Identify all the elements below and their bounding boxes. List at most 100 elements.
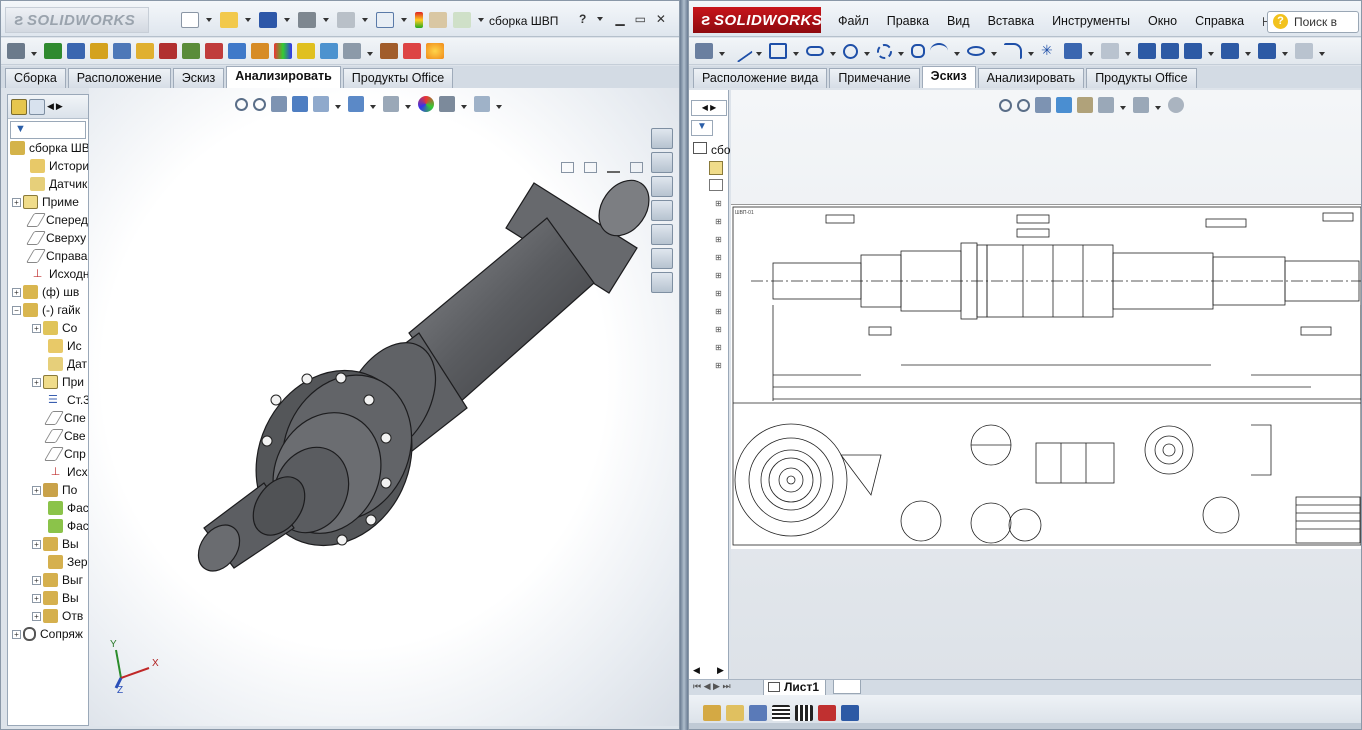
display-relations-icon[interactable] bbox=[1258, 43, 1276, 59]
save-icon[interactable] bbox=[259, 12, 277, 28]
expand-icon[interactable]: + bbox=[32, 377, 41, 387]
menu-tools[interactable]: Инструменты bbox=[1043, 14, 1139, 29]
rebuild-traffic-light-icon[interactable] bbox=[415, 12, 423, 28]
smart-fasteners-icon[interactable] bbox=[90, 43, 108, 59]
help-icon[interactable]: ? bbox=[579, 12, 586, 26]
expand-icon[interactable]: + bbox=[32, 323, 41, 333]
spline-icon[interactable] bbox=[930, 43, 948, 59]
tree-subitem[interactable]: + Со bbox=[8, 319, 88, 337]
tab-evaluate[interactable]: Анализировать bbox=[226, 66, 341, 88]
tree-item-history[interactable]: Истори bbox=[8, 157, 88, 175]
tree-root[interactable]: сборка ШВ bbox=[8, 139, 88, 157]
new-document-icon[interactable] bbox=[181, 12, 199, 28]
new-motion-study-icon[interactable] bbox=[205, 43, 223, 59]
slot-icon[interactable] bbox=[806, 46, 824, 56]
toolbox-icon[interactable] bbox=[403, 43, 421, 59]
expand-icon[interactable]: + bbox=[32, 611, 41, 621]
property-manager-tab-icon[interactable] bbox=[29, 98, 45, 115]
offset-entities-icon[interactable] bbox=[1138, 43, 1156, 59]
tab-scroll-left-icon[interactable]: ◀ bbox=[47, 101, 54, 112]
tab-office-products[interactable]: Продукты Office bbox=[1086, 68, 1197, 88]
font-icon[interactable] bbox=[749, 705, 767, 721]
hole-wizard-icon[interactable] bbox=[380, 43, 398, 59]
render-icon[interactable] bbox=[426, 43, 444, 59]
restore-button[interactable]: ▭ bbox=[635, 12, 646, 26]
sheet-nav-first-icon[interactable]: ⏮ ◀ ▶ ⏭ bbox=[693, 681, 731, 692]
assembly-features-icon[interactable] bbox=[159, 43, 177, 59]
tree-scroll-arrows[interactable]: ◀ ▶ bbox=[691, 100, 727, 116]
tree-filter[interactable]: ▼ bbox=[10, 121, 86, 139]
expand-icon[interactable]: + bbox=[12, 287, 21, 297]
tree-subitem[interactable]: + Отв bbox=[8, 607, 88, 625]
drawing-sheet[interactable]: ШВП-01 bbox=[731, 204, 1362, 550]
select-arrow-icon[interactable] bbox=[376, 12, 394, 28]
arc-icon[interactable] bbox=[877, 43, 892, 59]
ellipse-icon[interactable] bbox=[967, 46, 985, 56]
tree-root[interactable]: сбо bbox=[689, 142, 731, 157]
display-style-icon[interactable] bbox=[1098, 97, 1114, 113]
tree-subitem[interactable]: + По bbox=[8, 481, 88, 499]
tree-annotations[interactable] bbox=[709, 161, 723, 175]
color-display-icon[interactable] bbox=[818, 705, 836, 721]
tree-subitem[interactable]: Фас bbox=[8, 499, 88, 517]
open-folder-icon[interactable] bbox=[220, 12, 238, 28]
tree-subitem[interactable]: Фас bbox=[8, 517, 88, 535]
expand-icon[interactable]: + bbox=[32, 539, 41, 549]
tab-layout[interactable]: Расположение bbox=[67, 68, 171, 88]
pan-icon[interactable] bbox=[1077, 97, 1093, 113]
search-box[interactable]: ? Поиск в bbox=[1267, 11, 1359, 33]
large-assembly-icon[interactable] bbox=[343, 43, 361, 59]
move-component-icon[interactable] bbox=[113, 43, 131, 59]
tree-item-shvp[interactable]: + (ф) шв bbox=[8, 283, 88, 301]
trim-entities-icon[interactable] bbox=[1064, 43, 1082, 59]
mate-icon[interactable] bbox=[44, 43, 62, 59]
options-icon[interactable] bbox=[429, 12, 447, 28]
line-thickness-icon[interactable] bbox=[772, 705, 790, 721]
tree-scroll-left-icon[interactable]: ◀ bbox=[693, 665, 700, 676]
line-style-icon[interactable] bbox=[795, 705, 813, 721]
tab-assembly[interactable]: Сборка bbox=[5, 68, 66, 88]
solidworks-logo[interactable]: ƨ SOLIDWORKS bbox=[5, 7, 149, 33]
expand-icon[interactable]: + bbox=[12, 197, 21, 207]
graphics-area[interactable]: ✕ bbox=[89, 88, 679, 726]
linear-sketch-pattern-icon[interactable] bbox=[1184, 43, 1202, 59]
menu-help[interactable]: Справка bbox=[1186, 14, 1253, 29]
menu-edit[interactable]: Правка bbox=[878, 14, 938, 29]
tree-item-right-plane[interactable]: Справа bbox=[8, 247, 88, 265]
menu-insert[interactable]: Вставка bbox=[979, 14, 1043, 29]
add-sheet-tab[interactable] bbox=[833, 680, 861, 694]
expand-icon[interactable]: + bbox=[32, 575, 41, 585]
expand-icon[interactable]: + bbox=[32, 593, 41, 603]
zoom-to-area-icon[interactable] bbox=[1017, 98, 1030, 112]
tree-subitem[interactable]: Дат bbox=[8, 355, 88, 373]
layer-icon[interactable] bbox=[703, 705, 721, 721]
convert-entities-icon[interactable] bbox=[1101, 43, 1119, 59]
collapse-icon[interactable]: − bbox=[12, 305, 21, 315]
repair-sketch-icon[interactable] bbox=[1295, 43, 1313, 59]
tree-subitem[interactable]: Све bbox=[8, 427, 88, 445]
view-settings-icon[interactable] bbox=[1168, 97, 1184, 113]
move-entities-icon[interactable] bbox=[1221, 43, 1239, 59]
feature-tree-tab-icon[interactable] bbox=[11, 98, 27, 115]
point-icon[interactable]: ✳ bbox=[1041, 43, 1059, 59]
menu-file[interactable]: Файл bbox=[829, 14, 878, 29]
sheet-tab-1[interactable]: Лист1 bbox=[763, 680, 827, 696]
tree-scroll-right-icon[interactable]: ▶ bbox=[717, 665, 724, 676]
appearance-icon[interactable] bbox=[274, 43, 292, 59]
tree-subitem[interactable]: + Выг bbox=[8, 571, 88, 589]
tree-item-top-plane[interactable]: Сверху bbox=[8, 229, 88, 247]
close-button[interactable]: ✕ bbox=[656, 12, 666, 26]
reference-geometry-icon[interactable] bbox=[182, 43, 200, 59]
tree-subitem[interactable]: + Вы bbox=[8, 589, 88, 607]
format-painter-icon[interactable] bbox=[726, 705, 744, 721]
line-icon[interactable] bbox=[729, 39, 753, 63]
drawing-graphics-area[interactable]: ШВП-01 bbox=[731, 90, 1362, 679]
tab-scroll-right-icon[interactable]: ▶ bbox=[56, 101, 63, 112]
interference-icon[interactable] bbox=[297, 43, 315, 59]
tree-sheet[interactable] bbox=[709, 179, 723, 191]
print-icon[interactable] bbox=[298, 12, 316, 28]
polygon-icon[interactable] bbox=[911, 44, 925, 58]
ball-screw-drawing[interactable]: ШВП-01 bbox=[731, 205, 1362, 550]
minimize-button[interactable]: ▁ bbox=[615, 12, 624, 26]
mirror-entities-icon[interactable] bbox=[1161, 43, 1179, 59]
